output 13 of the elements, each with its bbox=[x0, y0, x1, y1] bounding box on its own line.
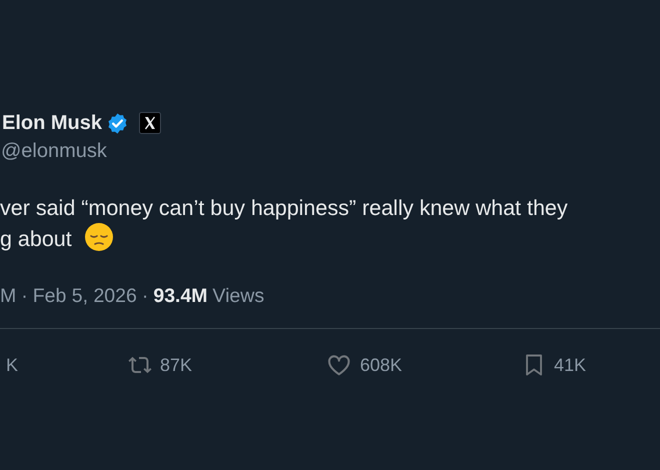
views-count: 93.4M bbox=[153, 285, 208, 308]
separator-dot: · bbox=[21, 285, 28, 308]
post-date[interactable]: Feb 5, 2026 bbox=[32, 285, 137, 308]
like-count: 608K bbox=[360, 354, 402, 376]
post-time[interactable]: M bbox=[0, 285, 16, 308]
post-text: ver said “money can’t buy happiness” really knew what they g about bbox=[0, 195, 568, 253]
reply-count: K bbox=[6, 354, 18, 376]
separator-dot: · bbox=[142, 285, 148, 308]
views-label: Views bbox=[212, 285, 264, 308]
bookmark-count: 41K bbox=[554, 354, 586, 376]
repost-count: 87K bbox=[160, 354, 192, 376]
author-name[interactable]: Elon Musk bbox=[2, 112, 102, 134]
author-handle[interactable]: @elonmusk bbox=[0, 140, 660, 163]
